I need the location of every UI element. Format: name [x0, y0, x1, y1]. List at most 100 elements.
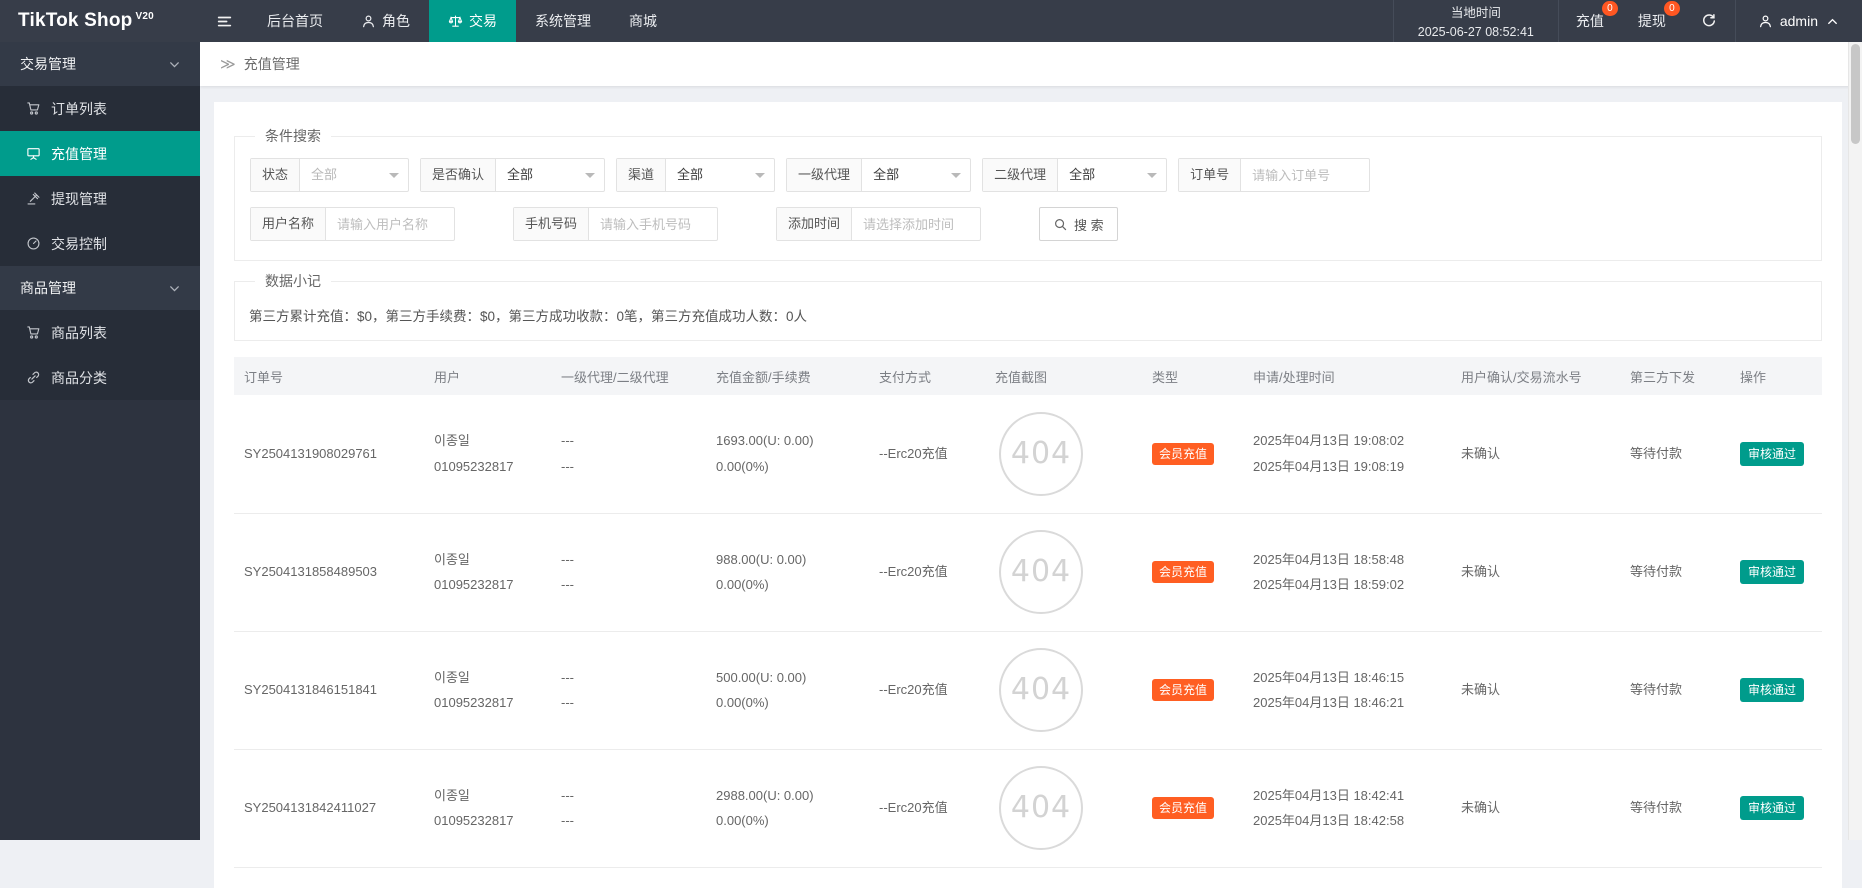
filter-row-2: 用户名称 手机号码 添加时间: [250, 207, 1806, 241]
cell-action: 审核通过: [1730, 395, 1822, 514]
approve-button[interactable]: 审核通过: [1740, 678, 1805, 703]
filter-legend: 条件搜索: [265, 128, 321, 144]
cell-times: 2025年04月13日 18:42:41 2025年04月13日 18:42:58: [1243, 749, 1451, 868]
refresh-icon: [1701, 13, 1717, 29]
cell-action: 审核通过: [1730, 631, 1822, 750]
top-nav-item-trade[interactable]: 交易: [429, 0, 516, 42]
order-no-filter: 订单号: [1178, 158, 1371, 192]
cell-pay-method: --Erc20充值: [869, 631, 985, 750]
cell-screenshot: 404: [985, 631, 1142, 750]
user-icon: [1758, 14, 1773, 29]
board-icon: [26, 146, 41, 161]
sidebar-item-order-list[interactable]: 订单列表: [0, 86, 200, 131]
cell-third-party: 等待付款: [1620, 395, 1730, 514]
confirmed-select[interactable]: 全部: [496, 159, 604, 191]
approve-button[interactable]: 审核通过: [1740, 796, 1805, 821]
phone-filter: 手机号码: [513, 207, 719, 241]
type-badge: 会员充值: [1152, 797, 1215, 820]
recharge-table: 订单号 用户 一级代理/二级代理 充值金额/手续费 支付方式 充值截图 类型 申请/处理时间用…: [234, 357, 1822, 868]
agent1-label: 一级代理: [787, 159, 863, 191]
cell-action: 审核通过: [1730, 749, 1822, 868]
cell-type: 会员充值: [1142, 395, 1243, 514]
cell-type: 会员充值: [1142, 749, 1243, 868]
order-no-label: 订单号: [1179, 159, 1242, 191]
cell-order-no: SY2504131842411027: [234, 749, 424, 868]
sidebar: 交易管理 订单列表 充值管理 提现管理 交易控制 商品管理 商品列表 商品分类: [0, 42, 200, 840]
top-nav-item-dashboard[interactable]: 后台首页: [248, 0, 342, 42]
cell-screenshot: 404: [985, 513, 1142, 632]
approve-button[interactable]: 审核通过: [1740, 560, 1805, 585]
scales-icon: [448, 14, 463, 29]
agent2-label: 二级代理: [983, 159, 1059, 191]
phone-input[interactable]: [589, 208, 718, 240]
sidebar-item-product-list[interactable]: 商品列表: [0, 310, 200, 355]
agent2-filter: 二级代理 全部: [982, 158, 1168, 192]
username-input[interactable]: [326, 208, 455, 240]
broken-image-placeholder[interactable]: 404: [999, 530, 1083, 614]
cell-action: 审核通过: [1730, 513, 1822, 632]
cell-screenshot: 404: [985, 749, 1142, 868]
recharge-notification-button[interactable]: 充值 0: [1559, 0, 1621, 42]
sidebar-item-withdraw-management[interactable]: 提现管理: [0, 176, 200, 221]
search-filter-panel: 条件搜索 状态全部是否确认全部渠道全部一级代理全部二级代理全部 订单号 用户名称: [234, 126, 1822, 261]
cell-user: 이종일 01095232817: [424, 749, 551, 868]
approve-button[interactable]: 审核通过: [1740, 442, 1805, 467]
cell-third-party: 等待付款: [1620, 631, 1730, 750]
cell-agents: --- ---: [551, 513, 706, 632]
cell-confirm: 未确认: [1451, 631, 1620, 750]
cart-icon: [26, 101, 41, 116]
type-badge: 会员充值: [1152, 679, 1215, 702]
order-no-input[interactable]: [1241, 159, 1370, 191]
local-time-block: 当地时间 2025-06-27 08:52:41: [1392, 0, 1559, 42]
column-header: 用户: [424, 357, 551, 395]
status-label: 状态: [251, 159, 301, 191]
column-header: 用户确认/交易流水号: [1451, 357, 1620, 395]
cell-amount-fee: 988.00(U: 0.00) 0.00(0%): [706, 513, 869, 632]
type-badge: 会员充值: [1152, 443, 1215, 466]
cell-type: 会员充值: [1142, 513, 1243, 632]
user-menu[interactable]: admin: [1734, 0, 1862, 42]
vertical-scrollbar[interactable]: [1848, 42, 1862, 840]
top-nav: 后台首页 角色 交易 系统管理 商城: [248, 0, 676, 42]
broken-image-placeholder[interactable]: 404: [999, 648, 1083, 732]
add-time-input[interactable]: [852, 208, 981, 240]
sidebar-group-product-management[interactable]: 商品管理: [0, 266, 200, 310]
top-nav-item-role[interactable]: 角色: [342, 0, 429, 42]
table-row: SY2504131842411027 이종일 01095232817 --- ---…: [234, 749, 1822, 868]
cell-pay-method: --Erc20充值: [869, 749, 985, 868]
agent1-select[interactable]: 全部: [862, 159, 970, 191]
sidebar-item-recharge-management[interactable]: 充值管理: [0, 131, 200, 176]
broken-image-placeholder[interactable]: 404: [999, 411, 1083, 496]
cell-screenshot: 404: [985, 395, 1142, 514]
sidebar-item-trade-control[interactable]: 交易控制: [0, 221, 200, 266]
status-select[interactable]: 全部: [300, 159, 408, 191]
column-header: 充值截图: [985, 357, 1142, 395]
username-label: 用户名称: [251, 208, 327, 240]
cart-icon: [26, 325, 41, 340]
chevron-up-icon: [1825, 14, 1840, 29]
search-button[interactable]: 搜 索: [1039, 207, 1118, 241]
agent2-select[interactable]: 全部: [1058, 159, 1166, 191]
table-row: SY2504131858489503 이종일 01095232817 --- ---…: [234, 513, 1822, 632]
top-nav-item-mall[interactable]: 商城: [610, 0, 676, 42]
broken-image-placeholder[interactable]: 404: [999, 766, 1083, 850]
column-header: 操作: [1730, 357, 1822, 395]
sidebar-item-product-category[interactable]: 商品分类: [0, 355, 200, 400]
refresh-button[interactable]: [1683, 0, 1735, 42]
cell-confirm: 未确认: [1451, 513, 1620, 632]
scrollbar-thumb[interactable]: [1851, 44, 1860, 144]
sidebar-group-trade-management[interactable]: 交易管理: [0, 42, 200, 86]
channel-select[interactable]: 全部: [666, 159, 774, 191]
gavel-icon: [26, 191, 41, 206]
sidebar-toggle-button[interactable]: [200, 0, 248, 42]
top-nav-item-system[interactable]: 系统管理: [516, 0, 610, 42]
table-body: SY2504131908029761 이종일 01095232817 --- ---…: [234, 395, 1822, 868]
local-time-label: 当地时间: [1450, 5, 1501, 20]
cell-times: 2025年04月13日 18:46:15 2025年04月13日 18:46:21: [1243, 631, 1451, 750]
cell-amount-fee: 2988.00(U: 0.00) 0.00(0%): [706, 749, 869, 868]
status-filter: 状态 全部: [250, 158, 410, 192]
type-badge: 会员充值: [1152, 561, 1215, 584]
withdraw-notification-button[interactable]: 提现 0: [1621, 0, 1683, 42]
column-header: 第三方下发: [1620, 357, 1730, 395]
top-bar: TikTok Shop V20 后台首页 角色 交易 系统管理 商城 当地时间 2025-…: [0, 0, 1862, 42]
